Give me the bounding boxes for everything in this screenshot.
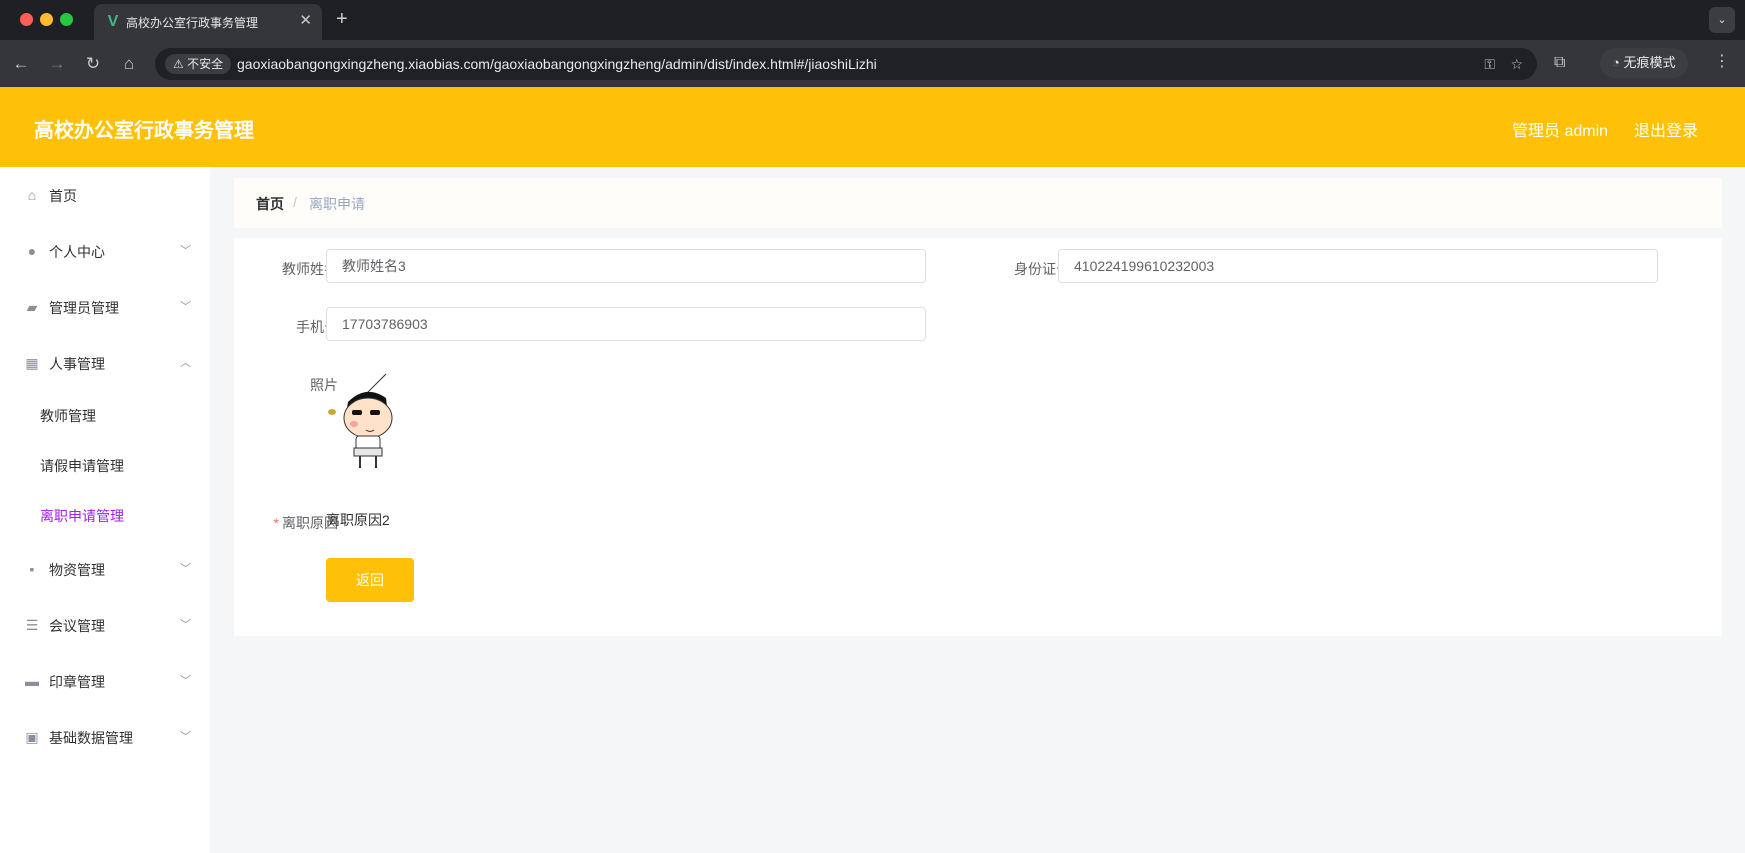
sidebar-item-label: 会议管理 xyxy=(49,618,105,634)
incognito-badge[interactable]: ◔ 无痕模式 xyxy=(1600,48,1688,78)
address-bar[interactable]: ⚠ 不安全 gaoxiaobangongxingzheng.xiaobias.c… xyxy=(155,48,1537,80)
reason-value: 离职原因2 xyxy=(326,512,390,528)
home-icon: ⌂ xyxy=(27,187,37,203)
sidebar-item-label: 管理员管理 xyxy=(49,300,119,316)
user-icon: ● xyxy=(27,243,37,259)
grid-icon: ▦ xyxy=(25,355,39,371)
sidebar-item-meeting-management[interactable]: ☰ 会议管理 ﹀ xyxy=(0,605,210,645)
id-card-field[interactable] xyxy=(1058,249,1658,283)
required-asterisk: * xyxy=(273,515,279,531)
breadcrumb-separator: / xyxy=(293,194,297,210)
sidebar-item-seal-management[interactable]: ▬ 印章管理 ﹀ xyxy=(0,661,210,701)
maximize-window-button[interactable] xyxy=(60,13,73,26)
reason-label: * 离职原因 xyxy=(246,513,338,533)
sidebar-item-materials-management[interactable]: ▪ 物资管理 ﹀ xyxy=(0,549,210,589)
sidebar-item-label: 个人中心 xyxy=(49,244,105,260)
sidebar-item-label: 首页 xyxy=(49,188,77,204)
incognito-label: 无痕模式 xyxy=(1623,55,1676,70)
chevron-down-icon: ﹀ xyxy=(180,619,191,631)
tab-search-icon[interactable]: ⌄ xyxy=(1709,7,1735,33)
incognito-icon: ◔ xyxy=(1612,55,1620,70)
chevron-down-icon: ﹀ xyxy=(180,245,191,257)
sidebar-item-basic-data-management[interactable]: ▣ 基础数据管理 ﹀ xyxy=(0,717,210,757)
teacher-photo[interactable] xyxy=(326,372,406,472)
chevron-up-icon: ︿ xyxy=(180,357,191,369)
close-tab-icon[interactable]: ✕ xyxy=(299,12,312,30)
sidebar-item-label: 印章管理 xyxy=(49,674,105,690)
clipboard-icon: ▣ xyxy=(25,729,39,745)
home-icon[interactable]: ⌂ xyxy=(116,51,142,77)
sidebar-item-personnel-management[interactable]: ▦ 人事管理 ︿ xyxy=(0,343,210,383)
security-indicator[interactable]: ⚠ 不安全 xyxy=(165,54,232,74)
shop-icon: ▬ xyxy=(25,673,39,689)
chevron-down-icon: ﹀ xyxy=(180,563,191,575)
breadcrumb-home[interactable]: 首页 xyxy=(256,194,284,214)
chevron-down-icon: ﹀ xyxy=(180,731,191,743)
security-label: 不安全 xyxy=(187,57,224,71)
back-button[interactable]: 返回 xyxy=(326,558,414,602)
submenu-item-label: 请假申请管理 xyxy=(40,458,124,474)
app-title: 高校办公室行政事务管理 xyxy=(34,120,254,142)
app-header: 高校办公室行政事务管理 管理员 admin 退出登录 xyxy=(0,87,1745,167)
new-tab-icon[interactable]: + xyxy=(336,7,348,31)
sidebar-item-label: 人事管理 xyxy=(49,356,105,372)
chevron-down-icon: ﹀ xyxy=(180,301,191,313)
forward-arrow-icon[interactable]: → xyxy=(44,51,70,77)
sidebar-item-personal-center[interactable]: ● 个人中心 ﹀ xyxy=(0,231,210,271)
submenu-item-resignation-management[interactable]: 离职申请管理 xyxy=(0,497,210,533)
minimize-window-button[interactable] xyxy=(40,13,53,26)
back-arrow-icon[interactable]: ← xyxy=(8,51,34,77)
breadcrumb: 首页 / 离职申请 xyxy=(234,178,1722,228)
chat-icon: ▪ xyxy=(29,561,35,577)
browser-menu-icon[interactable]: ⋮ xyxy=(1714,49,1730,75)
list-icon: ☰ xyxy=(25,617,39,633)
url-text[interactable]: gaoxiaobangongxingzheng.xiaobias.com/gao… xyxy=(237,56,877,72)
sidebar-item-admin-management[interactable]: ▰ 管理员管理 ﹀ xyxy=(0,287,210,327)
sidebar-item-label: 物资管理 xyxy=(49,562,105,578)
current-user: 管理员 admin xyxy=(1512,123,1609,140)
submenu-item-label: 离职申请管理 xyxy=(40,508,124,524)
extensions-icon[interactable]: ⧉ xyxy=(1554,50,1565,76)
sidebar: ⌂ 首页 ● 个人中心 ﹀ ▰ 管理员管理 ﹀ ▦ 人事管理 ︿ 教师管理 请假… xyxy=(0,167,210,853)
reload-icon[interactable]: ↻ xyxy=(80,51,106,77)
submenu-item-label: 教师管理 xyxy=(40,408,96,424)
phone-field[interactable] xyxy=(326,307,926,341)
close-window-button[interactable] xyxy=(20,13,33,26)
bookmark-star-icon[interactable]: ☆ xyxy=(1510,55,1523,73)
sidebar-item-home[interactable]: ⌂ 首页 xyxy=(0,175,210,215)
resignation-detail-form: 教师姓名 身份证号 手机号 照片 *离职原因 离职原因2 返回 xyxy=(234,238,1722,636)
submenu-item-leave-request-management[interactable]: 请假申请管理 xyxy=(0,447,210,483)
ticket-icon: ▰ xyxy=(26,299,38,315)
browser-tab-strip: V 高校办公室行政事务管理 ✕ + ⌄ xyxy=(0,0,1745,40)
sidebar-item-label: 基础数据管理 xyxy=(49,730,133,746)
tab-title: 高校办公室行政事务管理 xyxy=(126,16,259,30)
teacher-name-field[interactable] xyxy=(326,249,926,283)
breadcrumb-current: 离职申请 xyxy=(309,196,365,212)
browser-tab[interactable]: V 高校办公室行政事务管理 ✕ xyxy=(94,4,322,40)
key-icon[interactable]: ⚿ xyxy=(1484,55,1495,73)
submenu-item-teacher-management[interactable]: 教师管理 xyxy=(0,397,210,433)
vue-logo-icon: V xyxy=(107,13,119,30)
chevron-down-icon: ﹀ xyxy=(180,675,191,687)
logout-link[interactable]: 退出登录 xyxy=(1634,117,1698,141)
